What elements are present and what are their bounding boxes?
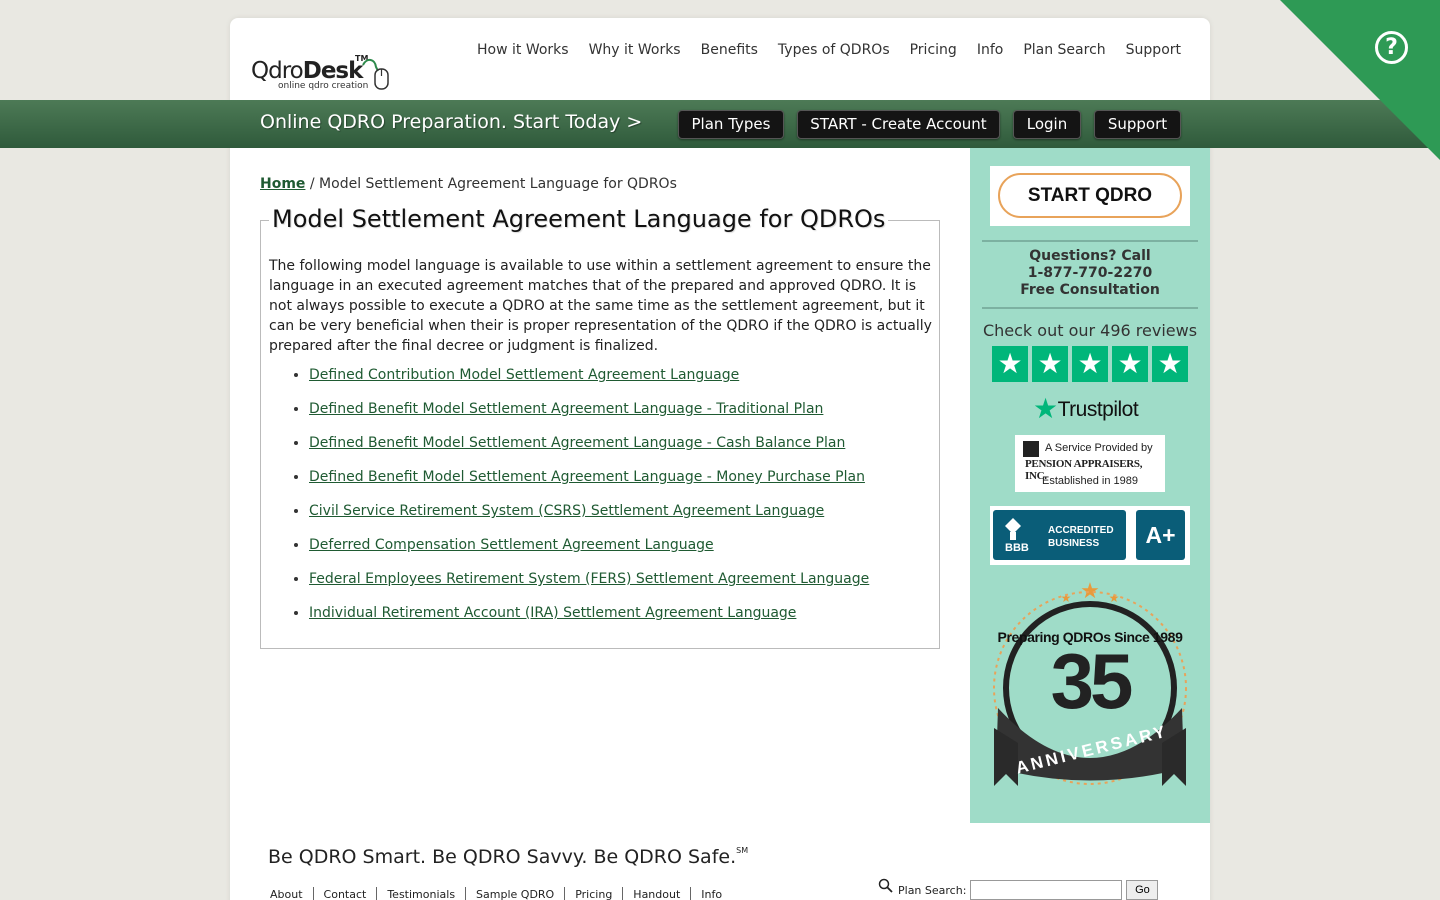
link-ira[interactable]: Individual Retirement Account (IRA) Sett…	[309, 605, 796, 621]
sidebar: START QDRO Questions? Call 1-877-770-227…	[970, 148, 1210, 823]
agreement-language-list: Defined Contribution Model Settlement Ag…	[309, 367, 869, 639]
reviews-text[interactable]: Check out our 496 reviews	[970, 321, 1210, 340]
bbb-grade: A+	[1136, 510, 1185, 560]
link-defined-benefit-traditional[interactable]: Defined Benefit Model Settlement Agreeme…	[309, 401, 823, 417]
footer-link-handout[interactable]: Handout	[623, 887, 692, 900]
nav-how-it-works[interactable]: How it Works	[477, 42, 569, 58]
pension-appraisers-badge[interactable]: A Service Provided by PENSION APPRAISERS…	[1015, 435, 1165, 492]
breadcrumb-home[interactable]: Home	[260, 176, 305, 192]
footer-slogan: Be QDRO Smart. Be QDRO Savvy. Be QDRO Sa…	[268, 846, 749, 868]
banner-tagline[interactable]: Online QDRO Preparation. Start Today >	[260, 111, 642, 133]
nav-benefits[interactable]: Benefits	[701, 42, 758, 58]
bbb-accredited-text: ACCREDITED BUSINESS	[1048, 525, 1114, 549]
link-csrs[interactable]: Civil Service Retirement System (CSRS) S…	[309, 503, 824, 519]
login-button[interactable]: Login	[1013, 110, 1081, 139]
footer-link-contact[interactable]: Contact	[314, 887, 378, 900]
divider	[982, 307, 1198, 309]
service-mark: SM	[736, 846, 749, 855]
mouse-icon	[362, 59, 389, 90]
breadcrumb-separator: /	[305, 176, 320, 192]
anniversary-badge: ★ ★ ★ Preparing QDROs Since 1989 35 ANNI…	[988, 578, 1192, 798]
star-icon: ★	[992, 346, 1028, 382]
bbb-mark: BBB	[1005, 542, 1029, 554]
link-defined-benefit-cash-balance[interactable]: Defined Benefit Model Settlement Agreeme…	[309, 435, 845, 451]
anniversary-star-icon: ★	[1109, 591, 1120, 605]
anniversary-star-icon: ★	[1061, 591, 1072, 605]
support-button[interactable]: Support	[1094, 110, 1181, 139]
questions-label: Questions? Call	[1029, 248, 1151, 264]
star-icon: ★	[1112, 346, 1148, 382]
start-qdro-banner[interactable]: START QDRO	[990, 166, 1190, 226]
plan-search-form: Plan Search: Go	[878, 878, 1159, 900]
trustpilot-logo[interactable]: ★Trustpilot	[1033, 392, 1139, 425]
help-corner-ribbon	[1280, 0, 1440, 160]
nav-plan-search[interactable]: Plan Search	[1023, 42, 1105, 58]
nav-support[interactable]: Support	[1126, 42, 1181, 58]
anniversary-star-icon: ★	[1080, 579, 1100, 604]
free-consultation: Free Consultation	[1020, 282, 1160, 298]
footer-link-testimonials[interactable]: Testimonials	[377, 887, 467, 900]
pai-line3: Established in 1989	[1041, 475, 1138, 487]
plan-search-label: Plan Search:	[898, 883, 967, 897]
intro-paragraph: The following model language is availabl…	[269, 258, 932, 354]
breadcrumb-current: Model Settlement Agreement Language for …	[319, 176, 677, 192]
footer-links: About Contact Testimonials Sample QDRO P…	[260, 887, 732, 900]
nav-why-it-works[interactable]: Why it Works	[589, 42, 681, 58]
star-icon: ★	[1032, 346, 1068, 382]
help-circle-icon[interactable]: ?	[1375, 31, 1408, 64]
phone-number[interactable]: 1-877-770-2270	[970, 265, 1210, 282]
page-title: Model Settlement Agreement Language for …	[269, 205, 889, 233]
list-item: Federal Employees Retirement System (FER…	[309, 571, 869, 605]
content-box: Model Settlement Agreement Language for …	[260, 205, 940, 649]
list-item: Defined Benefit Model Settlement Agreeme…	[309, 469, 869, 503]
footer-link-sample-qdro[interactable]: Sample QDRO	[466, 887, 566, 900]
list-item: Defined Benefit Model Settlement Agreeme…	[309, 435, 869, 469]
anniversary-number: 35	[1050, 637, 1134, 725]
link-fers[interactable]: Federal Employees Retirement System (FER…	[309, 571, 869, 587]
list-item: Individual Retirement Account (IRA) Sett…	[309, 605, 869, 639]
list-item: Defined Contribution Model Settlement Ag…	[309, 367, 869, 401]
logo-wordmark: QdroDesk	[251, 58, 363, 84]
bbb-accredited-panel: BBB ACCREDITED BUSINESS	[993, 510, 1126, 560]
trustpilot-stars: ★ ★ ★ ★ ★	[992, 346, 1188, 382]
qdrodesk-logo[interactable]: QdroDesk TM online qdro creation	[251, 38, 396, 98]
bbb-badge[interactable]: BBB ACCREDITED BUSINESS A+	[990, 506, 1190, 565]
logo-tagline: online qdro creation	[278, 81, 369, 91]
footer-link-info[interactable]: Info	[691, 887, 732, 900]
top-navigation: How it Works Why it Works Benefits Types…	[457, 42, 1181, 58]
help-corner: ?	[1280, 0, 1440, 160]
nav-pricing[interactable]: Pricing	[910, 42, 957, 58]
green-banner: Online QDRO Preparation. Start Today > P…	[0, 100, 1440, 148]
link-defined-contribution[interactable]: Defined Contribution Model Settlement Ag…	[309, 367, 739, 383]
list-item: Civil Service Retirement System (CSRS) S…	[309, 503, 869, 537]
start-qdro-button[interactable]: START QDRO	[998, 173, 1182, 218]
questions-call: Questions? Call 1-877-770-2270 Free Cons…	[970, 248, 1210, 299]
nav-info[interactable]: Info	[977, 42, 1004, 58]
plan-search-input[interactable]	[970, 880, 1123, 900]
list-item: Defined Benefit Model Settlement Agreeme…	[309, 401, 869, 435]
pai-line1: A Service Provided by	[1045, 442, 1153, 454]
list-item: Deferred Compensation Settlement Agreeme…	[309, 537, 869, 571]
page-container: QdroDesk TM online qdro creation How it …	[230, 18, 1210, 900]
trustpilot-star-icon: ★	[1033, 393, 1058, 424]
star-icon: ★	[1152, 346, 1188, 382]
breadcrumb: Home / Model Settlement Agreement Langua…	[260, 176, 677, 192]
star-icon: ★	[1072, 346, 1108, 382]
reviews-count[interactable]: 496 reviews	[1100, 321, 1197, 340]
nav-types-of-qdros[interactable]: Types of QDROs	[778, 42, 890, 58]
plan-types-button[interactable]: Plan Types	[678, 110, 784, 139]
link-defined-benefit-money-purchase[interactable]: Defined Benefit Model Settlement Agreeme…	[309, 469, 865, 485]
pai-logo-icon	[1023, 441, 1039, 457]
search-icon	[878, 878, 893, 893]
footer-link-pricing[interactable]: Pricing	[565, 887, 624, 900]
start-create-account-button[interactable]: START - Create Account	[797, 110, 1000, 139]
divider	[982, 240, 1198, 242]
footer-link-about[interactable]: About	[260, 887, 314, 900]
bbb-torch-icon: BBB	[999, 514, 1029, 556]
link-deferred-compensation[interactable]: Deferred Compensation Settlement Agreeme…	[309, 537, 714, 553]
plan-search-go-button[interactable]: Go	[1126, 880, 1159, 900]
